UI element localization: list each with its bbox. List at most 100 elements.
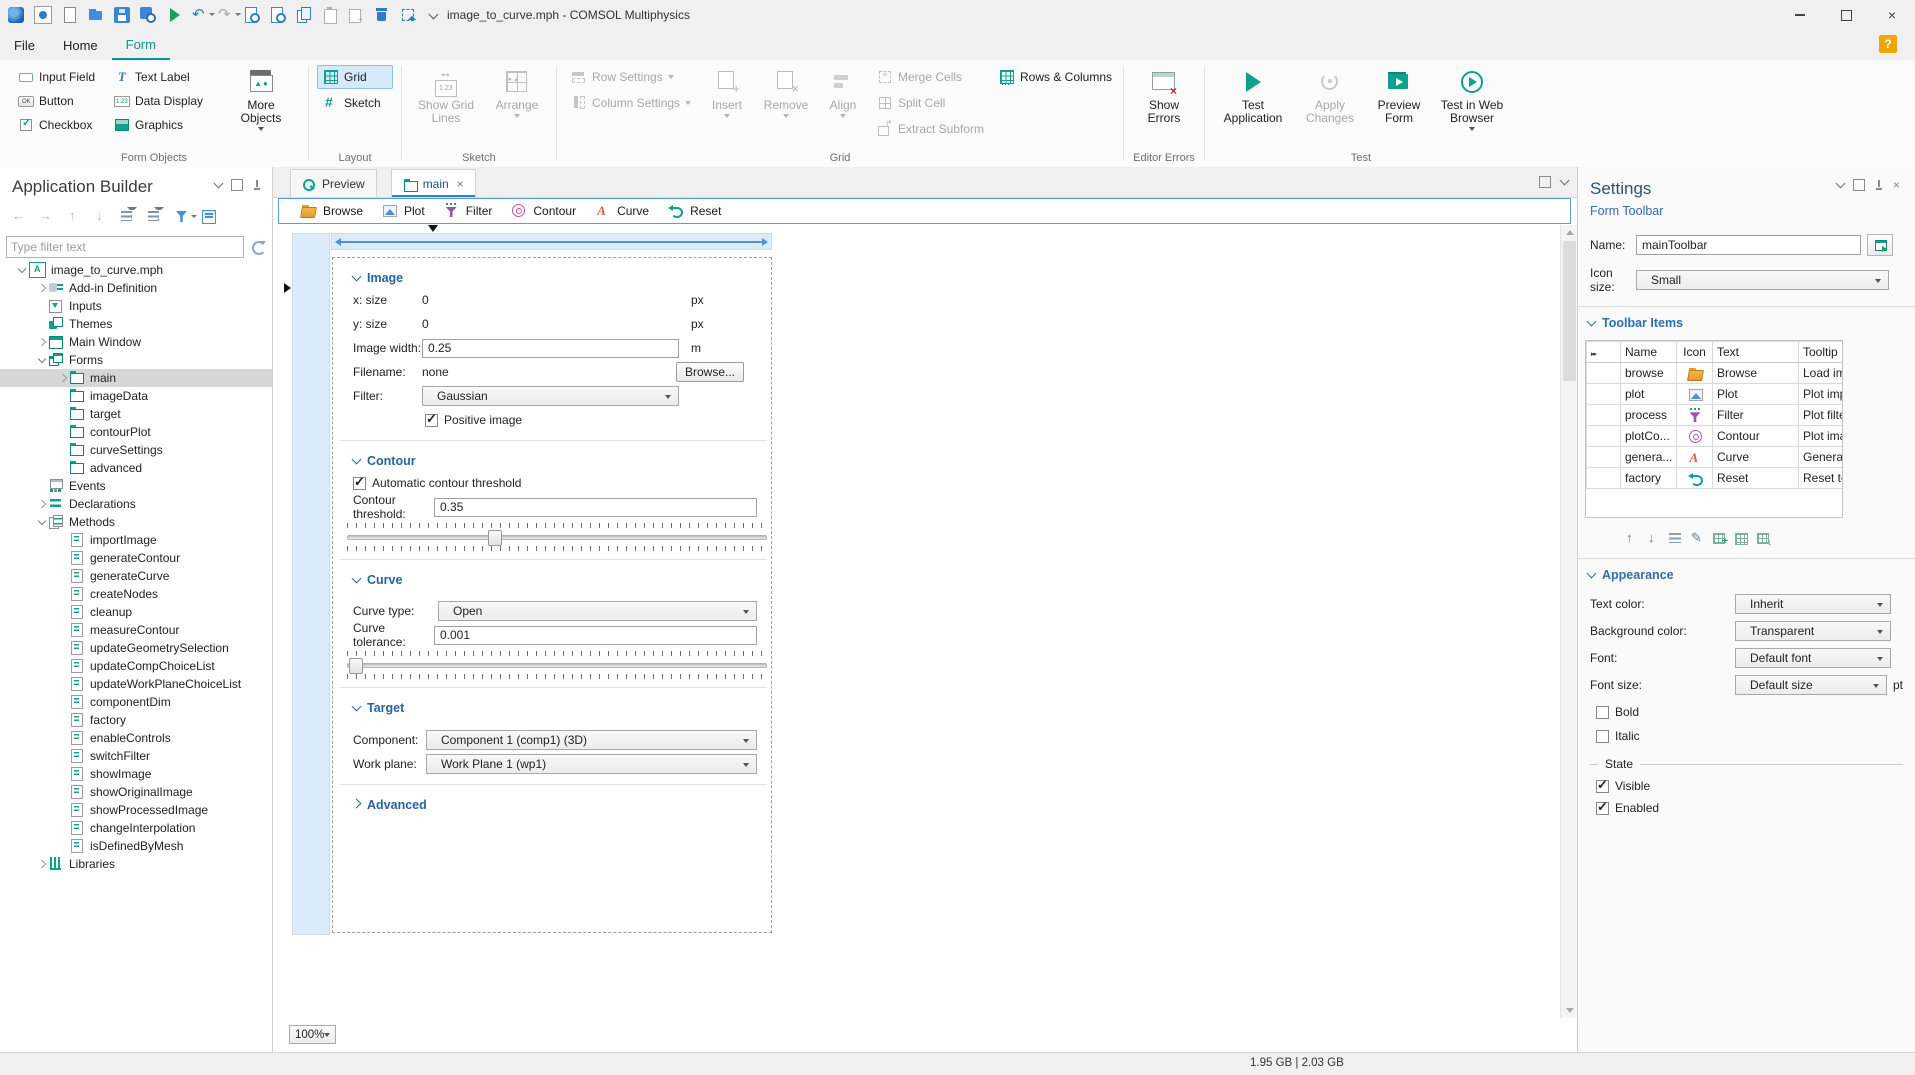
tree-item[interactable]: Methods — [0, 513, 272, 531]
tree-item[interactable]: Forms — [0, 351, 272, 369]
go-to-source-button[interactable] — [1867, 234, 1893, 256]
table-row[interactable]: plot Plot Plot importe... — [1586, 383, 1842, 405]
tree-item[interactable]: Inputs — [0, 297, 272, 315]
font-select[interactable]: Default font — [1735, 648, 1891, 668]
ribbon-button[interactable]: Graphics — [108, 113, 218, 137]
form-toolbar-item[interactable]: Plot — [382, 203, 425, 219]
item-tooltip-cell[interactable]: Reset to fact... — [1798, 467, 1842, 489]
tree-item[interactable]: Add-in Definition — [0, 279, 272, 297]
toolbar-items-table[interactable]: Name Icon Text Tooltip browse Browse Loa… — [1585, 340, 1843, 518]
form-main-surface[interactable]: Image x: size 0 px y: size 0 px Image wi… — [332, 257, 772, 933]
item-tooltip-cell[interactable]: Generate cur... — [1798, 446, 1842, 468]
tree-item[interactable]: updateGeometrySelection — [0, 639, 272, 657]
table-row[interactable]: browse Browse Load image... — [1586, 362, 1842, 384]
background-color-select[interactable]: Transparent — [1735, 621, 1891, 641]
section-image[interactable]: Image — [351, 268, 757, 288]
font-size-select[interactable]: Default size — [1735, 675, 1887, 695]
float-icon[interactable] — [231, 179, 243, 191]
tree-expander-icon[interactable] — [56, 375, 70, 381]
tab-main[interactable]: main × — [390, 169, 476, 197]
tree-item[interactable]: componentDim — [0, 693, 272, 711]
show-errors-button[interactable]: Show Errors — [1132, 65, 1196, 127]
curve-tolerance-slider[interactable] — [347, 658, 767, 674]
test-in-web-browser-button[interactable]: Test in Web Browser — [1435, 65, 1509, 133]
item-text-cell[interactable]: Curve — [1712, 446, 1799, 468]
item-tooltip-cell[interactable]: Load image... — [1798, 362, 1842, 384]
tree-item[interactable]: createNodes — [0, 585, 272, 603]
rows-columns-button[interactable]: Rows & Columns — [993, 65, 1115, 89]
form-toolbar-item[interactable]: Filter — [444, 203, 492, 219]
tree-item[interactable]: Libraries — [0, 855, 272, 873]
section-target[interactable]: Target — [351, 698, 757, 718]
tree-item[interactable]: Main Window — [0, 333, 272, 351]
item-text-cell[interactable]: Filter — [1712, 404, 1799, 426]
item-text-cell[interactable]: Browse — [1712, 362, 1799, 384]
item-name-cell[interactable]: factory — [1620, 467, 1677, 489]
chevron-down-icon[interactable] — [1835, 178, 1846, 189]
section-contour[interactable]: Contour — [351, 451, 757, 471]
browse-button[interactable]: Browse... — [676, 362, 744, 382]
tree-item[interactable]: switchFilter — [0, 747, 272, 765]
ribbon-button[interactable]: Text Label — [108, 65, 218, 89]
close-tab-icon[interactable]: × — [457, 177, 464, 191]
section-advanced[interactable]: Advanced — [351, 795, 757, 815]
table-row[interactable]: genera... Curve Generate cur... — [1586, 446, 1842, 468]
pin-icon[interactable] — [1874, 180, 1884, 190]
scroll-up-icon[interactable] — [1566, 230, 1574, 235]
column-tooltip[interactable]: Tooltip — [1798, 341, 1842, 363]
tab-file[interactable]: File — [0, 32, 49, 59]
tree-expander-icon[interactable] — [35, 358, 49, 362]
tree-item[interactable]: showOriginalImage — [0, 783, 272, 801]
canvas-vertical-scrollbar[interactable] — [1560, 225, 1578, 1018]
slider-handle[interactable] — [488, 530, 502, 546]
column-icon[interactable]: Icon — [1676, 341, 1713, 363]
table-row[interactable]: plotCo... Contour Plot image c... — [1586, 425, 1842, 447]
tree-item[interactable]: importImage — [0, 531, 272, 549]
sketch-button[interactable]: Sketch — [317, 91, 393, 115]
text-color-select[interactable]: Inherit — [1735, 594, 1891, 614]
curve-tolerance-input[interactable]: 0.001 — [434, 625, 757, 645]
form-toolbar-item[interactable]: Reset — [668, 203, 721, 219]
table-row[interactable]: factory Reset Reset to fact... — [1586, 467, 1842, 489]
refresh-icon[interactable] — [250, 239, 266, 255]
close-button[interactable]: × — [1869, 0, 1915, 30]
enabled-checkbox[interactable] — [1596, 799, 1609, 815]
item-name-cell[interactable]: plot — [1620, 383, 1677, 405]
work-plane-select[interactable]: Work Plane 1 (wp1) — [426, 754, 757, 774]
auto-threshold-checkbox[interactable] — [353, 474, 366, 490]
tree-item[interactable]: updateWorkPlaneChoiceList — [0, 675, 272, 693]
tree-item[interactable]: main — [0, 369, 272, 387]
form-toolbar-item[interactable]: Curve — [595, 203, 649, 219]
tree-item[interactable]: measureContour — [0, 621, 272, 639]
italic-checkbox[interactable] — [1596, 729, 1609, 743]
tree-item[interactable]: changeInterpolation — [0, 819, 272, 837]
filter-input[interactable] — [6, 236, 244, 258]
tree-expander-icon[interactable] — [35, 285, 49, 291]
scroll-down-icon[interactable] — [1566, 1008, 1574, 1013]
ribbon-button[interactable]: Data Display — [108, 89, 218, 113]
tree-item[interactable]: advanced — [0, 459, 272, 477]
visible-checkbox[interactable] — [1596, 777, 1609, 793]
ribbon-button[interactable]: Button — [12, 89, 108, 113]
component-select[interactable]: Component 1 (comp1) (3D) — [426, 730, 757, 750]
tab-preview[interactable]: Preview — [290, 169, 377, 197]
tree-expander-icon[interactable] — [35, 520, 49, 524]
item-tooltip-cell[interactable]: Plot importe... — [1798, 383, 1842, 405]
tree-item[interactable]: generateCurve — [0, 567, 272, 585]
scrollbar-thumb[interactable] — [1563, 241, 1576, 381]
more-objects-button[interactable]: More Objects — [222, 65, 300, 133]
preview-form-button[interactable]: Preview Form — [1367, 65, 1431, 127]
test-application-button[interactable]: Test Application — [1213, 65, 1293, 127]
item-tooltip-cell[interactable]: Plot image c... — [1798, 425, 1842, 447]
float-icon[interactable] — [1539, 176, 1551, 188]
column-text[interactable]: Text — [1712, 341, 1799, 363]
chevron-down-icon[interactable] — [1559, 175, 1570, 186]
section-curve[interactable]: Curve — [351, 570, 757, 590]
tree-expander-icon[interactable] — [15, 268, 29, 272]
float-icon[interactable] — [1853, 179, 1865, 191]
tree-item[interactable]: cleanup — [0, 603, 272, 621]
tree-item[interactable]: showImage — [0, 765, 272, 783]
minimize-button[interactable] — [1777, 0, 1823, 30]
chevron-down-icon[interactable] — [213, 178, 224, 189]
help-button[interactable]: ? — [1879, 35, 1897, 53]
